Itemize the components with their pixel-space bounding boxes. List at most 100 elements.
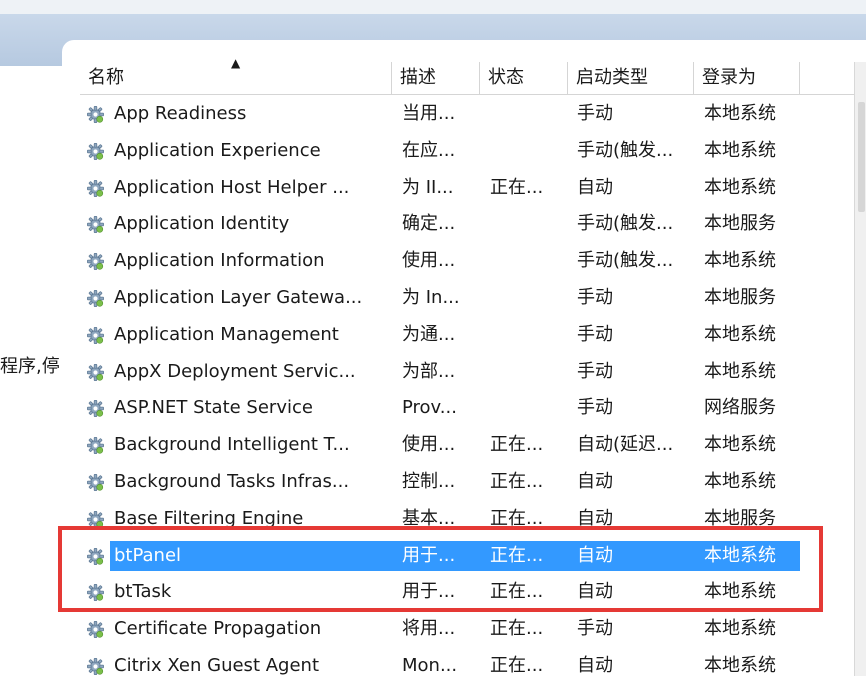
scrollbar-thumb[interactable] (858, 102, 865, 212)
gear-icon (87, 400, 104, 418)
service-status (490, 317, 570, 354)
service-name: Citrix Xen Guest Agent (114, 654, 319, 676)
service-row[interactable]: Certificate Propagation 将用... 正在... 手动 本… (80, 611, 854, 648)
service-name: Application Host Helper ... (114, 176, 350, 198)
gear-icon (87, 216, 104, 234)
service-name: AppX Deployment Servic... (114, 360, 356, 382)
gear-icon (87, 621, 104, 639)
service-startup-type: 手动 (577, 286, 613, 308)
service-description: 基本... (402, 507, 456, 529)
service-row[interactable]: Application Identity 确定... 手动(触发... 本地服务 (80, 206, 854, 243)
service-row[interactable]: btTask 用于... 正在... 自动 本地系统 (80, 574, 854, 611)
service-row[interactable]: Background Intelligent T... 使用... 正在... … (80, 427, 854, 464)
service-row[interactable]: ASP.NET State Service Prov... 手动 网络服务 (80, 390, 854, 427)
column-header-name[interactable]: 名称 ▲ (80, 56, 392, 94)
column-header-status[interactable]: 状态 (480, 62, 568, 94)
service-startup-type: 手动 (577, 103, 613, 124)
gear-icon (87, 584, 104, 602)
service-log-on-as: 本地服务 (704, 507, 776, 529)
vertical-scrollbar[interactable] (854, 62, 866, 676)
service-log-on-as: 本地系统 (704, 103, 776, 124)
service-log-on-as: 本地服务 (704, 213, 776, 235)
service-startup-type: 手动 (577, 618, 613, 640)
service-row[interactable]: btPanel 用于... 正在... 自动 本地系统 (80, 538, 854, 575)
column-log-on-as-label: 登录为 (702, 67, 756, 88)
service-name: Base Filtering Engine (114, 507, 304, 529)
service-startup-type: 手动 (577, 323, 613, 345)
service-status (490, 354, 570, 391)
service-description: 控制... (402, 470, 456, 492)
service-status: 正在... (490, 434, 544, 456)
service-startup-type: 手动 (577, 360, 613, 382)
service-row[interactable]: Background Tasks Infras... 控制... 正在... 自… (80, 464, 854, 501)
service-name: Certificate Propagation (114, 618, 322, 640)
service-log-on-as: 本地系统 (704, 618, 776, 640)
column-name-label: 名称 (88, 67, 124, 88)
service-status: 正在... (490, 470, 544, 492)
service-name: Application Layer Gatewa... (114, 286, 363, 308)
service-startup-type: 自动 (577, 176, 613, 198)
service-startup-type: 自动 (577, 654, 613, 676)
service-log-on-as: 本地系统 (704, 250, 776, 272)
service-startup-type: 手动(触发... (577, 139, 674, 161)
gear-icon (87, 474, 104, 491)
services-list: App Readiness 当用... 手动 本地系统 Application … (80, 96, 854, 685)
service-row[interactable]: Application Host Helper ... 为 II... 正在..… (80, 170, 854, 207)
service-row[interactable]: AppX Deployment Servic... 为部... 手动 本地系统 (80, 354, 854, 391)
column-description-label: 描述 (400, 67, 436, 88)
service-name: ASP.NET State Service (114, 397, 313, 419)
service-description: 为部... (402, 360, 456, 382)
service-log-on-as: 网络服务 (704, 397, 776, 419)
description-pane: 程序,停 (0, 66, 80, 676)
service-name: Background Intelligent T... (114, 434, 350, 456)
service-name: Application Identity (114, 213, 290, 235)
service-status: 正在... (490, 618, 544, 640)
column-header-description[interactable]: 描述 (392, 62, 480, 94)
service-log-on-as: 本地系统 (704, 581, 776, 603)
gear-icon (87, 326, 104, 344)
service-status (490, 206, 570, 243)
service-row[interactable]: App Readiness 当用... 手动 本地系统 (80, 96, 854, 133)
service-status (490, 243, 570, 280)
service-description: 为通... (402, 323, 456, 345)
service-row[interactable]: Citrix Xen Guest Agent Mon... 正在... 自动 本… (80, 648, 854, 685)
gear-icon (87, 510, 104, 528)
service-startup-type: 自动(延迟... (577, 434, 674, 456)
service-name: App Readiness (114, 103, 247, 124)
column-startup-type-label: 启动类型 (576, 67, 648, 88)
service-name: btPanel (114, 544, 182, 566)
gear-icon (87, 106, 104, 123)
service-status (490, 280, 570, 317)
service-log-on-as: 本地系统 (704, 544, 776, 566)
description-fragment: 程序,停 (0, 356, 60, 377)
service-log-on-as: 本地服务 (704, 286, 776, 308)
service-startup-type: 自动 (577, 581, 613, 603)
column-header-startup-type[interactable]: 启动类型 (568, 62, 694, 94)
service-log-on-as: 本地系统 (704, 654, 776, 676)
service-log-on-as: 本地系统 (704, 434, 776, 456)
service-log-on-as: 本地系统 (704, 139, 776, 161)
service-description: 在应... (402, 139, 456, 161)
column-header-log-on-as[interactable]: 登录为 (694, 62, 800, 94)
gear-icon (87, 437, 104, 455)
service-row[interactable]: Application Experience 在应... 手动(触发... 本地… (80, 133, 854, 170)
service-row[interactable]: Base Filtering Engine 基本... 正在... 自动 本地服… (80, 501, 854, 538)
gear-icon (87, 290, 104, 307)
service-row[interactable]: Application Management 为通... 手动 本地系统 (80, 317, 854, 354)
window-top-edge (0, 0, 866, 15)
service-description: Prov... (402, 397, 457, 419)
service-status: 正在... (490, 507, 544, 529)
service-description: 使用... (402, 250, 456, 272)
service-log-on-as: 本地系统 (704, 323, 776, 345)
service-name: btTask (114, 581, 172, 603)
service-row[interactable]: Application Information 使用... 手动(触发... 本… (80, 243, 854, 280)
service-log-on-as: 本地系统 (704, 470, 776, 492)
column-status-label: 状态 (488, 67, 524, 88)
service-description: 将用... (402, 618, 456, 640)
service-startup-type: 自动 (577, 544, 613, 566)
service-row[interactable]: Application Layer Gatewa... 为 In... 手动 本… (80, 280, 854, 317)
service-description: 确定... (402, 213, 456, 235)
service-name: Background Tasks Infras... (114, 470, 350, 492)
gear-icon (87, 547, 104, 565)
service-name: Application Experience (114, 139, 321, 161)
